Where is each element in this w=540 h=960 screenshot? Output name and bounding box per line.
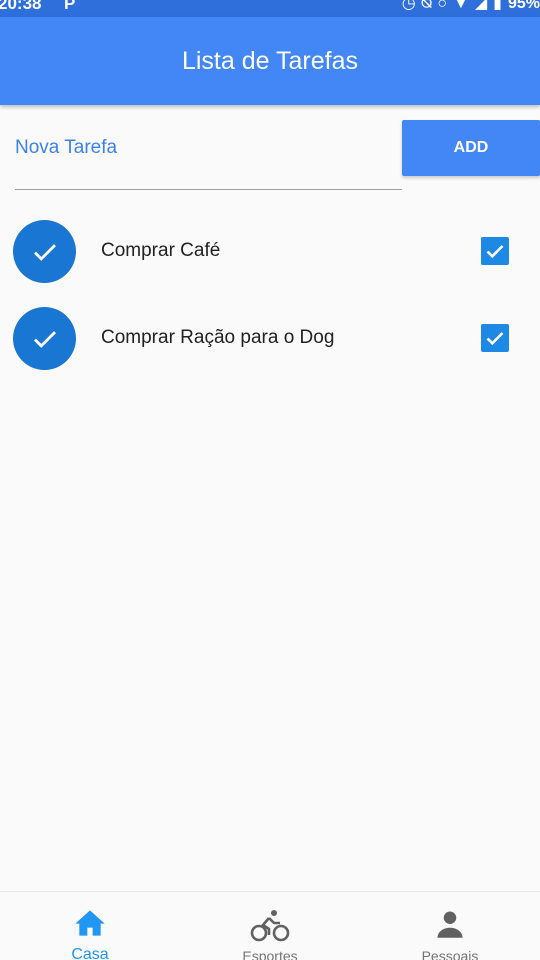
task-checkbox[interactable]	[481, 324, 509, 352]
task-row[interactable]: Comprar Café	[0, 207, 540, 294]
page-title: Lista de Tarefas	[181, 46, 359, 75]
mute-icon: ⍉	[421, 0, 438, 12]
bike-icon	[250, 910, 290, 942]
new-task-field	[15, 122, 402, 190]
wifi-icon: ▼	[453, 0, 475, 12]
nav-label-casa: Casa	[71, 946, 109, 960]
task-row[interactable]: Comprar Ração para o Dog	[0, 294, 540, 381]
bottom-navigation: Casa Esportes Pessoais	[0, 891, 540, 960]
nav-item-esportes[interactable]: Esportes	[180, 892, 360, 960]
task-label: Comprar Ração para o Dog	[101, 327, 335, 348]
task-checkbox[interactable]	[481, 237, 509, 265]
battery-level: 95%	[507, 0, 540, 12]
new-task-input[interactable]	[15, 122, 402, 174]
home-icon	[75, 910, 105, 936]
dnd-icon: ○	[437, 0, 453, 12]
nav-label-pessoais: Pessoais	[421, 948, 479, 960]
nav-item-casa[interactable]: Casa	[0, 892, 180, 960]
add-button[interactable]: ADD	[402, 120, 540, 176]
nav-item-pessoais[interactable]: Pessoais	[360, 892, 540, 960]
status-bar: 20:38 P ◷⍉○▼◢▮95%	[0, 0, 540, 17]
alarm-icon: ◷	[401, 0, 422, 12]
check-icon	[33, 243, 56, 261]
task-list: Comprar Café Comprar Ração para o Dog	[0, 207, 540, 381]
status-icons: ◷⍉○▼◢▮95%	[402, 0, 540, 13]
person-icon	[437, 911, 463, 938]
nav-label-esportes: Esportes	[242, 948, 298, 960]
battery-icon: ▮	[493, 0, 508, 12]
notification-p-icon: P	[64, 0, 76, 13]
signal-icon: ◢	[474, 0, 494, 12]
check-icon	[33, 330, 56, 348]
task-status-avatar	[13, 307, 76, 370]
task-status-avatar	[13, 220, 76, 283]
app-bar: Lista de Tarefas	[0, 17, 540, 105]
task-label: Comprar Café	[101, 240, 221, 261]
checkbox-check-icon	[486, 245, 504, 259]
checkbox-check-icon	[486, 332, 504, 346]
status-time: 20:38	[0, 0, 42, 13]
